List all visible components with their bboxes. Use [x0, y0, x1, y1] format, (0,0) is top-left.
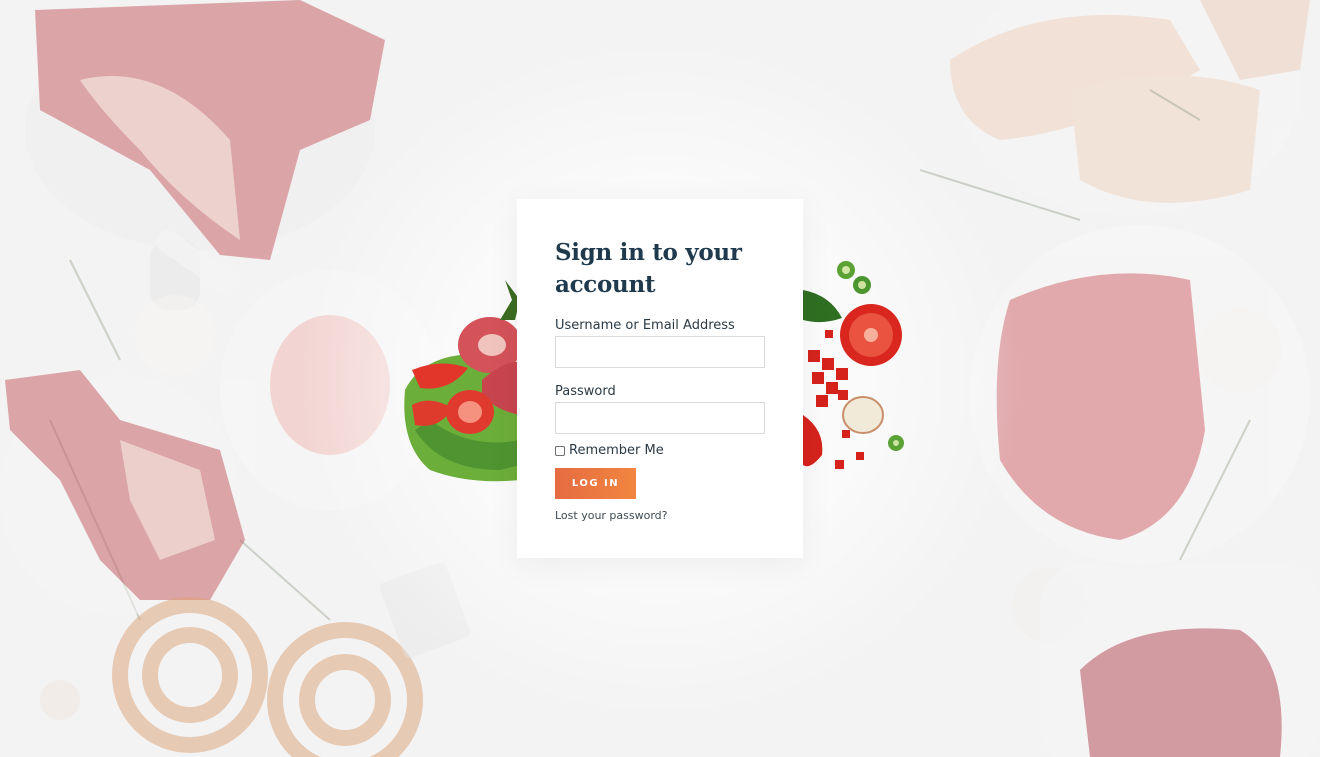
- remember-me-row: Remember Me: [555, 443, 765, 458]
- username-label: Username or Email Address: [555, 318, 735, 333]
- ribeye-steak-plate: [0, 370, 245, 615]
- beef-steak-plate: [970, 225, 1310, 565]
- steak-in-dish: [1040, 565, 1320, 757]
- page-title: Sign in to your account: [555, 239, 742, 298]
- raw-chicken-breasts: [950, 0, 1310, 215]
- remember-me-label[interactable]: Remember Me: [569, 443, 664, 458]
- password-input[interactable]: [555, 402, 765, 434]
- coiled-sausages: [112, 597, 423, 757]
- username-input[interactable]: [555, 336, 765, 368]
- login-card: Sign in to your account Username or Emai…: [517, 199, 803, 558]
- login-button[interactable]: LOG IN: [555, 468, 636, 499]
- lost-password-link[interactable]: Lost your password?: [555, 509, 765, 522]
- remember-me-checkbox[interactable]: [555, 445, 565, 456]
- password-label: Password: [555, 384, 616, 399]
